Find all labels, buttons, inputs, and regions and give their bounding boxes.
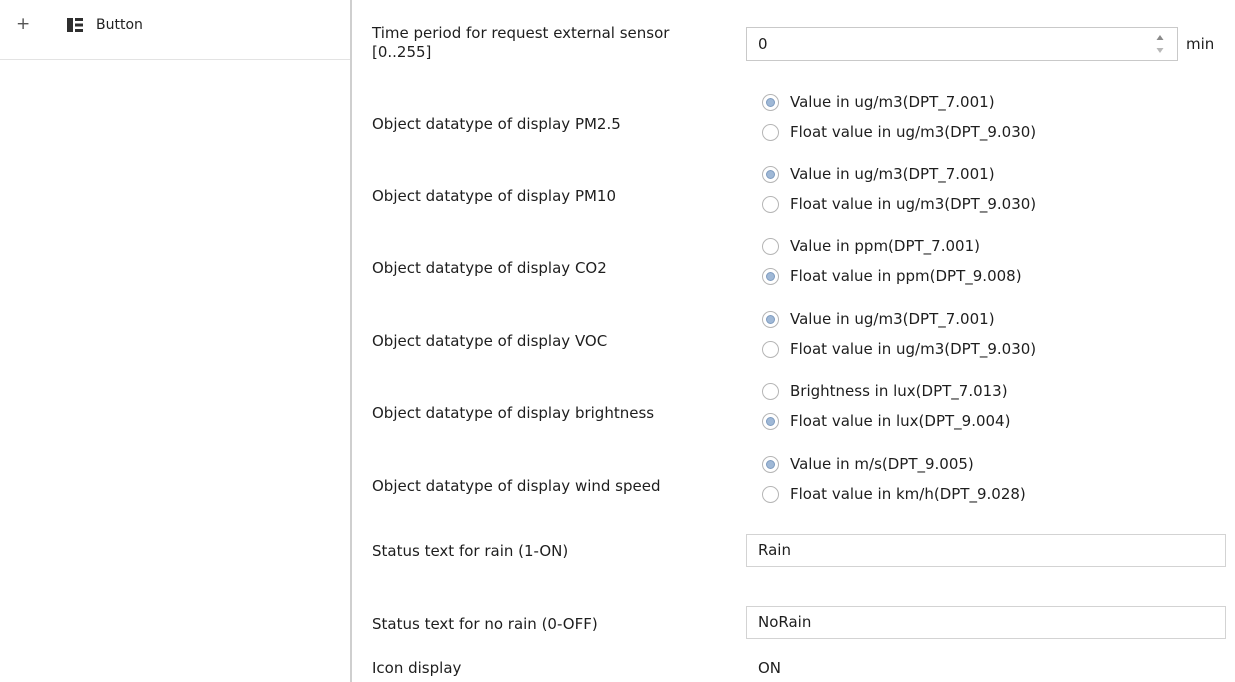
tree-item-label: Button <box>96 17 143 33</box>
pm10-option-label-1: Float value in ug/m3(DPT_9.030) <box>790 195 1037 213</box>
parameter-panel: Time period for request external sensor … <box>352 0 1235 682</box>
pm10-option-label-0: Value in ug/m3(DPT_7.001) <box>790 165 995 183</box>
voc-label: Object datatype of display VOC <box>372 332 608 350</box>
rain-on-value[interactable]: Rain <box>758 541 791 560</box>
wind-option-label-0: Value in m/s(DPT_9.005) <box>790 455 974 473</box>
voc-radio-1[interactable] <box>762 341 779 358</box>
wind-option-label-1: Float value in km/h(DPT_9.028) <box>790 485 1026 503</box>
voc-option-label-0: Value in ug/m3(DPT_7.001) <box>790 310 995 328</box>
pm25-radio-1[interactable] <box>762 124 779 141</box>
brightness-radio-0[interactable] <box>762 383 779 400</box>
wind-radio-0[interactable] <box>762 456 779 473</box>
voc-option-label-1: Float value in ug/m3(DPT_9.030) <box>790 340 1037 358</box>
sidebar: + Button <box>0 0 352 682</box>
pm10-radio-0[interactable] <box>762 166 779 183</box>
voc-radio-0[interactable] <box>762 311 779 328</box>
external-sensor-unit: min <box>1186 35 1215 53</box>
pm25-label: Object datatype of display PM2.5 <box>372 115 621 133</box>
rain-off-value[interactable]: NoRain <box>758 613 811 632</box>
parameter-window: + Button Time period for request externa… <box>0 0 1235 682</box>
external-sensor-label-line1: Time period for request external sensor <box>372 24 670 42</box>
rain-off-text-field[interactable]: NoRain <box>746 606 1226 639</box>
pm25-radio-0[interactable] <box>762 94 779 111</box>
rain-on-text-field[interactable]: Rain <box>746 534 1226 567</box>
pm10-radio-1[interactable] <box>762 196 779 213</box>
icon-display-label: Icon display <box>372 659 462 677</box>
brightness-option-label-1: Float value in lux(DPT_9.004) <box>790 412 1011 430</box>
external-sensor-value[interactable]: 0 <box>758 35 768 54</box>
brightness-label: Object datatype of display brightness <box>372 404 655 422</box>
co2-option-label-1: Float value in ppm(DPT_9.008) <box>790 267 1022 285</box>
pm25-option-label-1: Float value in ug/m3(DPT_9.030) <box>790 123 1037 141</box>
tree-item-button[interactable]: + Button <box>0 14 350 36</box>
co2-label: Object datatype of display CO2 <box>372 259 607 277</box>
rain-off-label: Status text for no rain (0-OFF) <box>372 615 598 633</box>
wind-speed-label: Object datatype of display wind speed <box>372 477 661 495</box>
co2-radio-1[interactable] <box>762 268 779 285</box>
panel-layout-icon <box>67 18 83 32</box>
pm10-label: Object datatype of display PM10 <box>372 187 617 205</box>
wind-radio-1[interactable] <box>762 486 779 503</box>
spin-down-arrow-icon[interactable] <box>1155 46 1165 54</box>
icon-display-value: ON <box>758 659 782 677</box>
external-sensor-label-line2: [0..255] <box>372 43 432 61</box>
brightness-option-label-0: Brightness in lux(DPT_7.013) <box>790 382 1008 400</box>
external-sensor-spinbox[interactable]: 0 <box>746 27 1178 61</box>
sidebar-separator <box>0 59 350 60</box>
spin-up-arrow-icon[interactable] <box>1155 34 1165 42</box>
external-sensor-label: Time period for request external sensor … <box>372 24 669 62</box>
pm25-option-label-0: Value in ug/m3(DPT_7.001) <box>790 93 995 111</box>
brightness-radio-1[interactable] <box>762 413 779 430</box>
rain-on-label: Status text for rain (1-ON) <box>372 542 569 560</box>
co2-option-label-0: Value in ppm(DPT_7.001) <box>790 237 980 255</box>
expand-plus-icon[interactable]: + <box>16 14 30 36</box>
co2-radio-0[interactable] <box>762 238 779 255</box>
